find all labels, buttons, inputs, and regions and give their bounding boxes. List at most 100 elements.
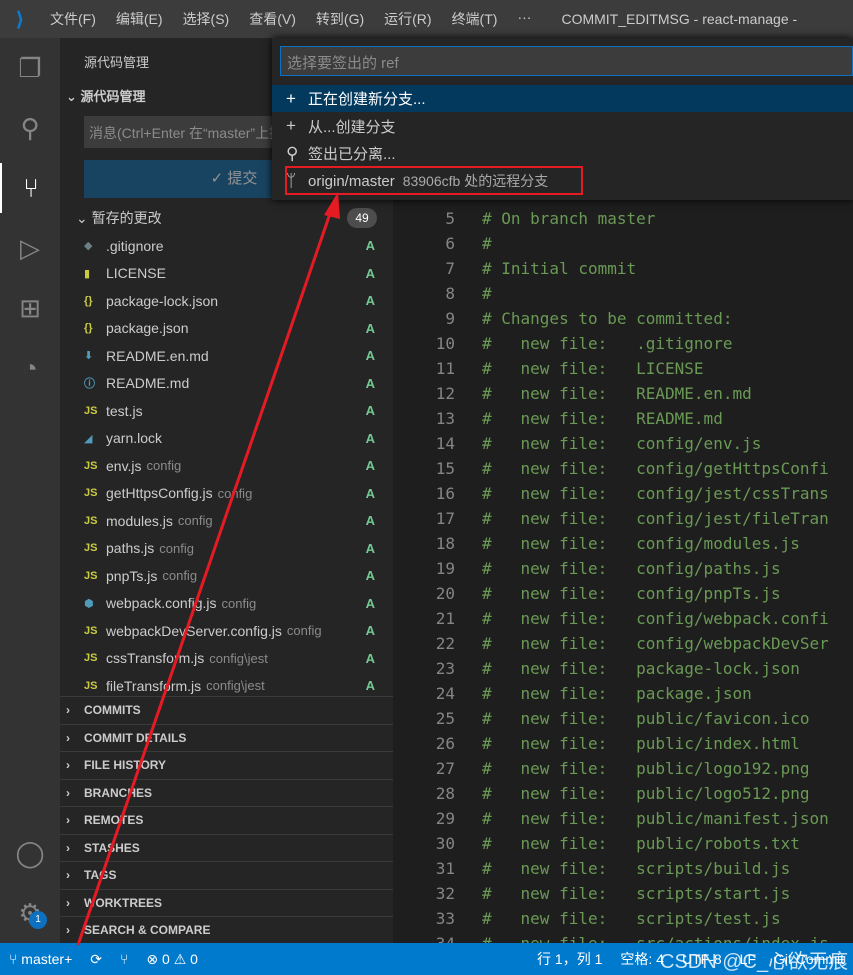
panel-header[interactable]: › REMOTES [60,806,393,834]
file-name: README.md [106,375,190,392]
line-text: # new file: config/pnpTs.js [482,584,781,603]
menu-item[interactable]: ··· [507,9,541,29]
file-item[interactable]: ▮ LICENSE A [60,260,393,288]
menu-item[interactable]: 文件(F) [40,9,106,29]
branch-indicator[interactable]: ⑂ master+ [0,951,81,967]
file-item[interactable]: JS modules.js config A [60,507,393,535]
highlight-box [285,166,583,195]
section-header[interactable]: ⌄ 源代码管理 [66,86,146,105]
quick-pick-item[interactable]: ⚲ 签出已分离... [272,140,853,167]
watermark: CSDN @C_心欲无痕 [660,951,849,973]
file-type-icon: JS [84,624,98,637]
item-label: 签出已分离... [308,146,396,163]
account-icon[interactable]: ◯ [0,828,60,878]
file-directory: config [177,513,213,529]
file-item[interactable]: JS getHttpsConfig.js config A [60,480,393,508]
code-line: 24 # new file: package.json [393,684,752,709]
sidebar-title: 源代码管理 [84,55,150,70]
panel-label: COMMIT DETAILS [84,730,187,745]
activity-bar: ❐ ⚲ ⑂ ▷ ⊞ ◔ ◯ ⚙ [0,38,60,943]
staged-changes-header[interactable]: ⌄ 暂存的更改 [76,208,162,228]
menu-item[interactable]: 终端(T) [442,9,508,29]
menu-item[interactable]: 查看(V) [239,9,306,29]
panel-label: BRANCHES [84,785,153,800]
menu-item[interactable]: 编辑(E) [106,9,173,29]
file-directory: config\jest [209,650,268,666]
file-item[interactable]: JS test.js A [60,397,393,425]
line-text: # new file: public/index.html [482,734,800,753]
source-control-icon[interactable]: ⑂ [0,163,60,213]
file-item[interactable]: ⬇ README.en.md A [60,342,393,370]
quick-pick-item[interactable]: + 正在创建新分支... [272,85,853,112]
panel-header[interactable]: › BRANCHES [60,778,393,807]
file-item[interactable]: ◢ yarn.lock A [60,425,393,453]
file-item[interactable]: ⓘ README.md A [60,370,393,398]
cursor-position[interactable]: 行 1，列 1 [528,949,611,969]
file-item[interactable]: JS paths.js config A [60,535,393,563]
file-name: LICENSE [106,265,166,282]
chevron-right-icon: › [66,703,70,718]
file-type-icon: ◢ [84,432,93,445]
panel-header[interactable]: › COMMITS [60,696,393,724]
file-name: webpack.config.js [106,595,217,612]
run-debug-icon[interactable]: ▷ [0,223,60,273]
file-status: A [365,678,375,694]
settings-gear-icon[interactable]: ⚙ [0,888,60,938]
line-text: # [482,234,492,253]
vscode-logo-icon: ⟩ [15,8,25,31]
file-status: A [365,650,375,666]
file-item[interactable]: JS env.js config A [60,452,393,480]
file-item[interactable]: {} package.json A [60,315,393,343]
file-type-icon: JS [84,404,98,417]
git-graph-icon[interactable]: ◔ [0,343,60,393]
chevron-right-icon: › [66,923,70,938]
section-label: 源代码管理 [80,89,146,104]
line-text: # new file: config/modules.js [482,534,800,553]
file-item[interactable]: JS cssTransform.js config\jest A [60,645,393,673]
line-text: # On branch master [482,209,656,228]
search-icon[interactable]: ⚲ [0,103,60,153]
code-line: 19 # new file: config/paths.js [393,559,781,584]
file-item[interactable]: JS webpackDevServer.config.js config A [60,617,393,645]
publish-icon[interactable]: ⑂ [111,951,137,967]
code-line: 16 # new file: config/jest/cssTrans [393,484,829,509]
file-status: A [365,320,375,336]
line-text: # Changes to be committed: [482,309,733,328]
panel-header[interactable]: › SEARCH & COMPARE [60,916,393,944]
file-item[interactable]: ◆ .gitignore A [60,232,393,260]
chevron-right-icon: › [66,730,70,745]
line-number: 29 [435,809,455,828]
file-item[interactable]: JS pnpTs.js config A [60,562,393,590]
line-number: 18 [435,534,455,553]
file-name: package-lock.json [106,292,219,309]
file-name: test.js [106,402,143,419]
ref-search-input[interactable]: 选择要签出的 ref [280,46,853,76]
code-line: 15 # new file: config/getHttpsConfi [393,459,829,484]
menu-item[interactable]: 转到(G) [306,9,374,29]
sync-icon[interactable]: ⟳ [81,951,111,968]
panel-header[interactable]: › FILE HISTORY [60,751,393,779]
line-text: # new file: config/jest/cssTrans [482,484,829,503]
chevron-right-icon: › [66,868,70,883]
panel-header[interactable]: › TAGS [60,861,393,889]
panel-label: WORKTREES [84,895,162,910]
extensions-icon[interactable]: ⊞ [0,283,60,333]
file-status: A [365,265,375,281]
panel-header[interactable]: › STASHES [60,833,393,862]
panel-header[interactable]: › WORKTREES [60,888,393,917]
menu-item[interactable]: 选择(S) [173,9,240,29]
line-text: # new file: package-lock.json [482,659,800,678]
quick-pick-item[interactable]: + 从...创建分支 [272,113,853,140]
file-type-icon: ⬇ [84,350,94,363]
file-item[interactable]: {} package-lock.json A [60,287,393,315]
file-item[interactable]: ⬢ webpack.config.js config A [60,590,393,618]
file-name: webpackDevServer.config.js [106,622,282,639]
explorer-icon[interactable]: ❐ [0,43,60,93]
line-number: 10 [435,334,455,353]
file-name: .gitignore [106,237,164,254]
problems-indicator[interactable]: ⊗ 0 ⚠ 0 [137,951,207,968]
menu-item[interactable]: 运行(R) [374,9,441,29]
code-line: 23 # new file: package-lock.json [393,659,800,684]
panel-header[interactable]: › COMMIT DETAILS [60,723,393,752]
line-text: # new file: config/jest/fileTran [482,509,829,528]
